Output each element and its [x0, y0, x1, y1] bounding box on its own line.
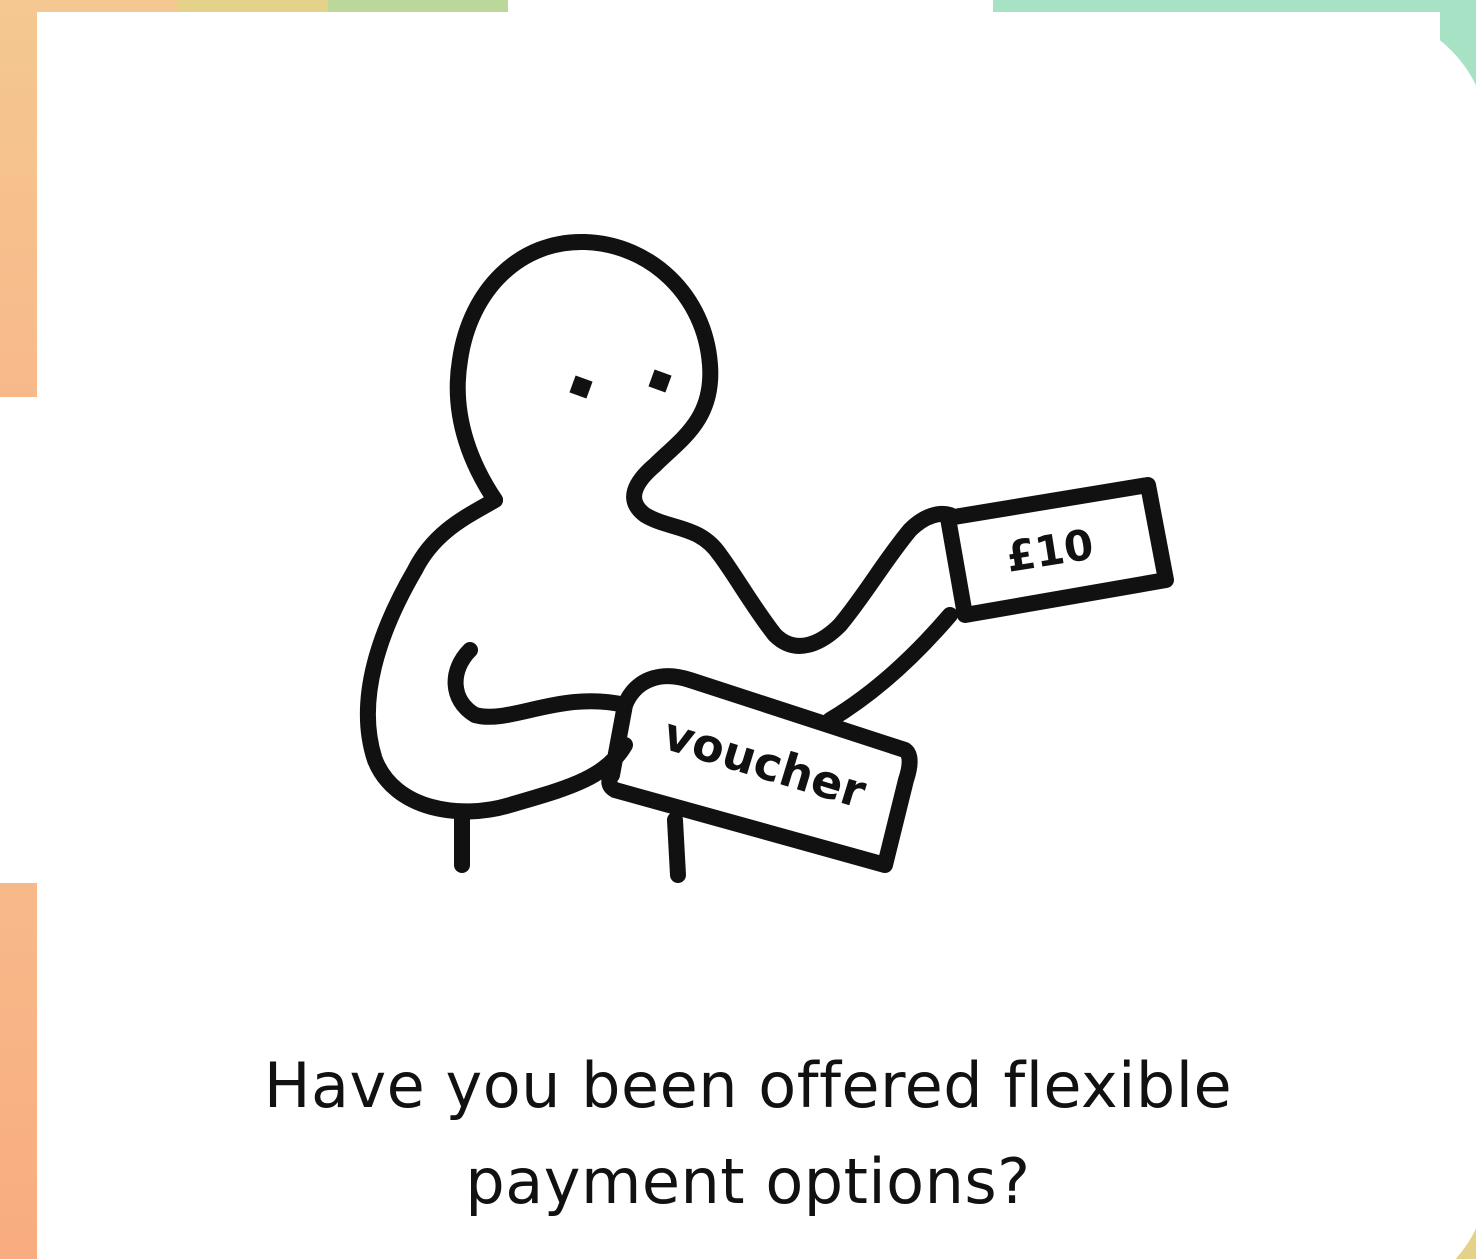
- question-slide: voucher £10 Have you been offered flexib…: [0, 0, 1476, 1259]
- decorative-band: [0, 0, 37, 397]
- person-eye-left: [569, 375, 593, 399]
- money-label: £10: [1003, 520, 1097, 582]
- decorative-band: [0, 883, 37, 1259]
- person-arm-outer: [822, 607, 958, 728]
- decorative-band: [178, 0, 328, 12]
- person-outline: [449, 233, 958, 654]
- person-body-left: [359, 492, 633, 820]
- person-holding-voucher-and-money-illustration: voucher £10: [340, 220, 1200, 900]
- question-text: Have you been offered flexible payment o…: [263, 1049, 1233, 1218]
- decorative-band: [993, 0, 1476, 12]
- person-arm-inner: [447, 642, 633, 725]
- person-leg-right: [667, 812, 686, 883]
- decorative-band: [328, 0, 508, 12]
- person-eye-right: [648, 369, 672, 393]
